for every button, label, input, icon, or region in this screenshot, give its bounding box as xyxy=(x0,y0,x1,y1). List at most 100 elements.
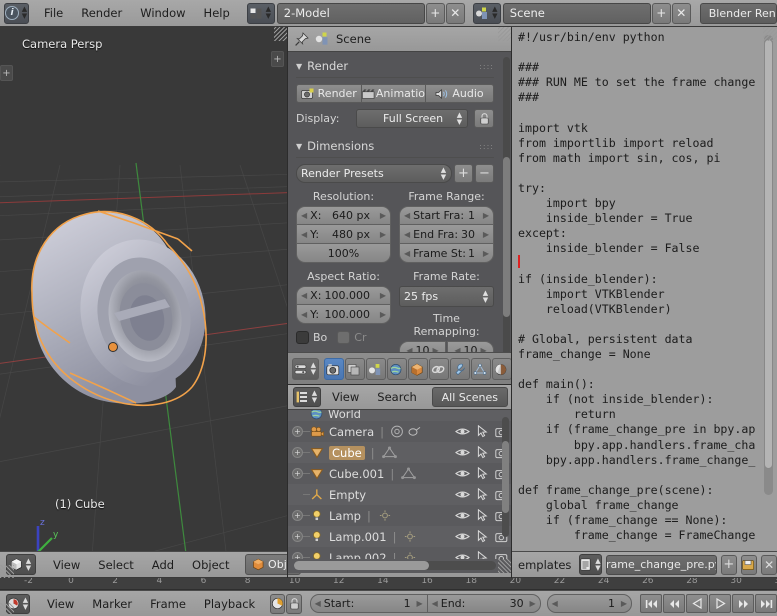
cursor-arrow-icon[interactable] xyxy=(477,425,488,438)
menu-window[interactable]: Window xyxy=(131,1,194,25)
camera-lens-icon[interactable] xyxy=(407,425,421,438)
area-corner-widget[interactable] xyxy=(498,559,512,573)
border-checkbox[interactable] xyxy=(296,331,309,344)
outliner-menu-search[interactable]: Search xyxy=(370,385,424,409)
remap-new-field[interactable]: ◀ 10 ▶ xyxy=(447,341,494,352)
render-engine-dropdown[interactable]: Blender Render ▲▼ xyxy=(699,2,777,24)
outliner-row-world[interactable]: World xyxy=(288,410,512,421)
add-preset-button[interactable]: + xyxy=(454,164,473,183)
viewport-menu-object[interactable]: Object xyxy=(183,553,238,577)
outliner-hscroll-thumb[interactable] xyxy=(294,561,429,570)
render-presets-dropdown[interactable]: Render Presets ▲ ▼ xyxy=(296,164,452,183)
viewport-menu-view[interactable]: View xyxy=(44,553,89,577)
script-filename-field[interactable]: frame_change_pre.py xyxy=(606,554,717,575)
outliner-icon[interactable]: ▲ ▼ xyxy=(293,387,321,407)
properties-scrollbar-thumb[interactable] xyxy=(503,157,510,317)
expand-toggle-icon[interactable]: + xyxy=(292,531,303,542)
jump-to-start-icon[interactable] xyxy=(640,594,663,613)
eye-icon[interactable] xyxy=(455,510,470,521)
arrow-right-icon[interactable]: ▶ xyxy=(416,599,422,608)
properties-editor-type-selector[interactable]: ▲ ▼ xyxy=(292,358,319,380)
properties-tab-object[interactable] xyxy=(407,358,428,380)
outliner-row-lamp[interactable]: + Lamp | xyxy=(288,505,512,526)
jump-next-keyframe-icon[interactable] xyxy=(732,594,755,613)
render-audio-button[interactable]: Audio xyxy=(426,84,494,103)
camera-data-icon[interactable] xyxy=(389,425,405,438)
arrow-right-icon[interactable]: ▶ xyxy=(483,249,489,258)
viewport-menu-add[interactable]: Add xyxy=(143,553,183,577)
close-text-button[interactable]: ✕ xyxy=(761,554,777,575)
render-animation-button[interactable]: Animatio xyxy=(361,84,426,103)
start-frame-field[interactable]: ◀ Start: 1 ▶ xyxy=(309,594,428,613)
delete-scene-button[interactable]: ✕ xyxy=(671,2,691,24)
save-icon[interactable] xyxy=(740,554,758,575)
frame-step-field[interactable]: ◀ Frame St: 1 ▶ xyxy=(399,244,494,263)
arrow-right-icon[interactable]: ▶ xyxy=(380,291,386,300)
arrow-right-icon[interactable]: ▶ xyxy=(621,599,627,608)
arrow-right-icon[interactable]: ▶ xyxy=(380,230,386,239)
cube-mesh-object[interactable] xyxy=(10,187,240,457)
menu-render[interactable]: Render xyxy=(72,1,131,25)
area-splitter[interactable] xyxy=(511,27,512,578)
3d-viewport[interactable]: Camera Persp (1) Cube z x y + + xyxy=(0,27,288,551)
lamp-data-icon[interactable] xyxy=(377,509,393,522)
arrow-left-icon[interactable]: ◀ xyxy=(404,230,410,239)
toolshelf-expand-button[interactable]: + xyxy=(0,65,13,81)
resolution-percentage-field[interactable]: 100% xyxy=(296,244,391,263)
scene-field[interactable]: Scene xyxy=(502,2,651,24)
dimensions-panel-header[interactable]: ▼ Dimensions :::: xyxy=(296,137,494,155)
timeline-menu-frame[interactable]: Frame xyxy=(141,592,195,616)
outliner-row-empty[interactable]: Empty xyxy=(288,484,512,505)
text-editor[interactable]: #!/usr/bin/env python ### ### RUN ME to … xyxy=(512,27,777,551)
area-splitter[interactable] xyxy=(287,27,288,578)
properties-region-expand-button[interactable]: + xyxy=(271,51,284,67)
properties-tab-constraints[interactable] xyxy=(428,358,449,380)
viewport-menu-select[interactable]: Select xyxy=(89,553,142,577)
end-frame-field[interactable]: ◀ End Fra: 30 ▶ xyxy=(399,225,494,244)
outliner-row-cube[interactable]: + Cube | xyxy=(288,442,512,463)
only-render-icon[interactable] xyxy=(270,593,286,614)
frame-rate-dropdown[interactable]: 25 fps ▲ ▼ xyxy=(399,286,494,307)
new-text-button[interactable]: + xyxy=(720,554,737,575)
timeline-ruler[interactable]: -202468101214161820222426283032 xyxy=(0,578,777,590)
mesh-data-icon[interactable] xyxy=(400,467,417,480)
outliner-row-camera[interactable]: + Camera | xyxy=(288,421,512,442)
render-panel-header[interactable]: ▼ Render :::: xyxy=(296,57,494,75)
remove-preset-button[interactable]: − xyxy=(475,164,494,183)
timeline-menu-playback[interactable]: Playback xyxy=(195,592,264,616)
lock-icon[interactable] xyxy=(474,109,494,128)
arrow-left-icon[interactable]: ◀ xyxy=(301,310,307,319)
render-image-button[interactable]: Render xyxy=(296,84,362,103)
screen-layout-field[interactable]: 2-Model xyxy=(276,2,425,24)
text-editor-scrollbar[interactable] xyxy=(764,35,773,495)
resolution-x-field[interactable]: ◀ X: 640 px ▶ xyxy=(296,206,391,225)
arrow-right-icon[interactable]: ▶ xyxy=(483,230,489,239)
lock-icon[interactable] xyxy=(286,593,302,614)
aspect-x-field[interactable]: ◀ X: 100.000 ▶ xyxy=(296,286,391,305)
timeline-menu-view[interactable]: View xyxy=(38,592,83,616)
properties-tab-world[interactable] xyxy=(386,358,407,380)
cursor-arrow-icon[interactable] xyxy=(477,509,488,522)
jump-to-end-icon[interactable] xyxy=(755,594,777,613)
outliner-menu-view[interactable]: View xyxy=(325,385,366,409)
expand-toggle-icon[interactable]: + xyxy=(292,447,303,458)
text-editor-scroll-thumb[interactable] xyxy=(764,39,773,469)
outliner-row-cube-001[interactable]: + Cube.001 | xyxy=(288,463,512,484)
cursor-arrow-icon[interactable] xyxy=(477,551,488,559)
aspect-y-field[interactable]: ◀ Y: 100.000 ▶ xyxy=(296,305,391,324)
lamp-data-icon[interactable] xyxy=(402,530,418,543)
properties-tab-modifiers[interactable] xyxy=(449,358,470,380)
outliner-row-lamp-001[interactable]: + Lamp.001 | xyxy=(288,526,512,547)
add-scene-button[interactable]: + xyxy=(651,2,671,24)
outliner-row-lamp-002[interactable]: + Lamp.002 | xyxy=(288,547,512,559)
expand-toggle-icon[interactable]: + xyxy=(292,552,303,559)
eye-icon[interactable] xyxy=(455,447,470,458)
jump-prev-keyframe-icon[interactable] xyxy=(663,594,686,613)
play-reverse-icon[interactable] xyxy=(686,594,709,613)
arrow-left-icon[interactable]: ◀ xyxy=(404,249,410,258)
camera-render-icon[interactable] xyxy=(495,552,509,560)
arrow-left-icon[interactable]: ◀ xyxy=(301,291,307,300)
arrow-right-icon[interactable]: ▶ xyxy=(380,310,386,319)
current-frame-field[interactable]: ◀ 1 ▶ xyxy=(546,594,633,613)
outliner-vertical-scrollbar[interactable] xyxy=(502,417,509,537)
